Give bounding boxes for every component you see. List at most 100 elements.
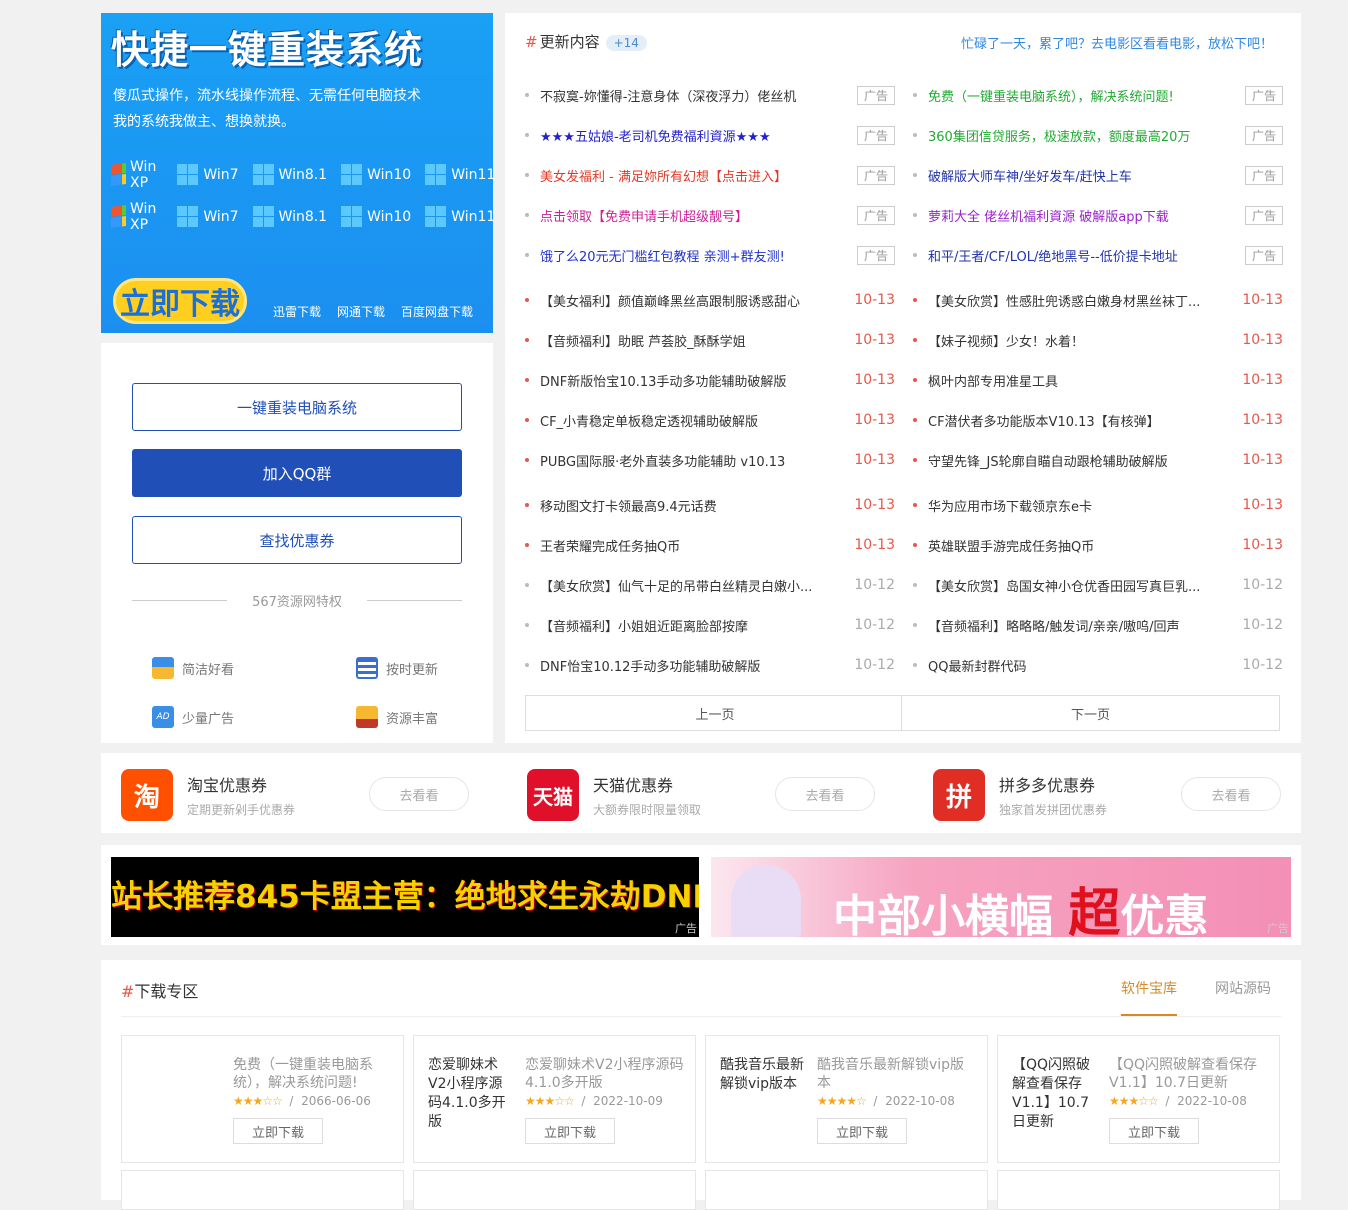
- news-title-link[interactable]: PUBG国际服·老外直装多功能辅助 v10.13: [540, 451, 854, 470]
- coupon-pinduoduo[interactable]: 拼 拼多多优惠券 独家首发拼团优惠券: [933, 769, 1107, 821]
- news-list-item[interactable]: 守望先锋_JS轮廓自瞄自动跟枪辅助破解版 10-13: [913, 440, 1283, 480]
- next-page-button[interactable]: 下一页: [901, 695, 1280, 731]
- news-title-link[interactable]: 【美女欣赏】仙气十足的吊带白丝精灵白嫩小...: [540, 576, 854, 595]
- ad-banner-left[interactable]: 站长推荐845卡盟主营：绝地求生永劫DNFCF点我进入 广告: [111, 857, 699, 937]
- news-list-item[interactable]: 英雄联盟手游完成任务抽Q币 10-13: [913, 525, 1283, 565]
- download-title[interactable]: 酷我音乐最新解锁vip版本: [817, 1056, 977, 1092]
- download-card[interactable]: 恋爱聊妹术V2小程序源码4.1.0多开版 恋爱聊妹术V2小程序源码4.1.0多开版…: [413, 1035, 696, 1163]
- news-list-item[interactable]: DNF怡宝10.12手动多功能辅助破解版 10-12: [525, 645, 895, 685]
- news-title-link[interactable]: 守望先锋_JS轮廓自瞄自动跟枪辅助破解版: [928, 451, 1242, 470]
- news-list-item[interactable]: 【音频福利】略略略/触发词/亲亲/嗷呜/回声 10-12: [913, 605, 1283, 645]
- news-list-item[interactable]: 【美女欣赏】仙气十足的吊带白丝精灵白嫩小... 10-12: [525, 565, 895, 605]
- prev-page-button[interactable]: 上一页: [525, 695, 905, 731]
- ad-link-text[interactable]: 不寂寞-妳懂得-注意身体（深夜浮力）佬丝机: [540, 86, 857, 105]
- news-list-item[interactable]: QQ最新封群代码 10-12: [913, 645, 1283, 685]
- download-card[interactable]: 【QQ闪照破解查看保存V1.1】10.7日更新 【QQ闪照破解查看保存V1.1】1…: [997, 1035, 1280, 1163]
- news-title-link[interactable]: 【美女欣赏】性感肚兜诱惑白嫩身材黑丝袜丁...: [928, 291, 1242, 310]
- tab-site-source[interactable]: 网站源码: [1215, 978, 1271, 1016]
- news-list-item[interactable]: 枫叶内部专用准星工具 10-13: [913, 360, 1283, 400]
- news-title-link[interactable]: 【音频福利】助眠 芦荟胶_酥酥学姐: [540, 331, 854, 350]
- join-qq-group-button[interactable]: 加入QQ群: [132, 449, 462, 497]
- ad-banner-right[interactable]: 中部小横幅 超优惠 广告: [711, 857, 1291, 937]
- download-card[interactable]: 酷我音乐最新解锁vip版本 酷我音乐最新解锁vip版本 ★★★★☆ / 2022-1…: [705, 1035, 988, 1163]
- ad-list-item[interactable]: 免费（一键重装电脑系统），解决系统问题! 广告: [913, 75, 1283, 115]
- download-now-button[interactable]: 立即下载: [233, 1118, 323, 1144]
- news-list-item[interactable]: 王者荣耀完成任务抽Q币 10-13: [525, 525, 895, 565]
- ad-link-text[interactable]: 萝莉大全 佬丝机福利資源 破解版app下载: [928, 206, 1245, 225]
- news-list-item[interactable]: 移动图文打卡领最高9.4元话费 10-13: [525, 485, 895, 525]
- news-title-link[interactable]: CF_小青稳定单板稳定透视辅助破解版: [540, 411, 854, 430]
- netcom-download-link[interactable]: 网通下载: [337, 303, 385, 320]
- news-title-link[interactable]: 英雄联盟手游完成任务抽Q币: [928, 536, 1242, 555]
- download-now-button[interactable]: 立即下载: [525, 1118, 615, 1144]
- pinduoduo-view-button[interactable]: 去看看: [1181, 777, 1281, 811]
- download-title[interactable]: 免费（一键重装电脑系统），解决系统问题!: [233, 1056, 393, 1092]
- news-title-link[interactable]: 【美女欣赏】岛国女神小仓优香田园写真巨乳...: [928, 576, 1242, 595]
- download-card-partial[interactable]: [413, 1170, 696, 1210]
- news-title-link[interactable]: 华为应用市场下载领京东e卡: [928, 496, 1242, 515]
- movie-promo-link[interactable]: 忙碌了一天，累了吧？去电影区看看电影，放松下吧！: [961, 33, 1273, 52]
- ad-link-text[interactable]: 免费（一键重装电脑系统），解决系统问题!: [928, 86, 1245, 105]
- news-list-item[interactable]: 【美女欣赏】性感肚兜诱惑白嫩身材黑丝袜丁... 10-13: [913, 280, 1283, 320]
- news-list-item[interactable]: DNF新版怡宝10.13手动多功能辅助破解版 10-13: [525, 360, 895, 400]
- news-title-link[interactable]: 移动图文打卡领最高9.4元话费: [540, 496, 854, 515]
- ad-link-text[interactable]: 破解版大师车神/坐好发车/赶快上车: [928, 166, 1245, 185]
- news-list-item[interactable]: 【音频福利】小姐姐近距离脸部按摩 10-12: [525, 605, 895, 645]
- baidu-pan-download-link[interactable]: 百度网盘下载: [401, 303, 473, 320]
- ad-list-item[interactable]: 和平/王者/CF/LOL/绝地黑号--低价提卡地址 广告: [913, 235, 1283, 275]
- news-list-item[interactable]: 【美女福利】颜值巅峰黑丝高跟制服诱惑甜心 10-13: [525, 280, 895, 320]
- news-list-item[interactable]: CF_小青稳定单板稳定透视辅助破解版 10-13: [525, 400, 895, 440]
- ad-list-item[interactable]: ★★★五姑娘-老司机免费福利資源★★★ 广告: [525, 115, 895, 155]
- download-now-button[interactable]: 立即下载: [1109, 1118, 1199, 1144]
- download-thumbnail[interactable]: 恋爱聊妹术V2小程序源码4.1.0多开版: [428, 1056, 516, 1132]
- download-thumbnail[interactable]: 酷我音乐最新解锁vip版本: [720, 1056, 808, 1094]
- ad-list-item[interactable]: 萝莉大全 佬丝机福利資源 破解版app下载 广告: [913, 195, 1283, 235]
- news-title-link[interactable]: 【音频福利】小姐姐近距离脸部按摩: [540, 616, 854, 635]
- news-title-link[interactable]: DNF新版怡宝10.13手动多功能辅助破解版: [540, 371, 854, 390]
- ad-link-text[interactable]: 美女发福利 - 满足妳所有幻想【点击进入】: [540, 166, 857, 185]
- news-list-item[interactable]: 华为应用市场下载领京东e卡 10-13: [913, 485, 1283, 525]
- coupon-taobao[interactable]: 淘 淘宝优惠券 定期更新剁手优惠券: [121, 769, 295, 821]
- find-coupon-button[interactable]: 查找优惠券: [132, 516, 462, 564]
- download-card-partial[interactable]: [121, 1170, 404, 1210]
- ad-link-text[interactable]: 和平/王者/CF/LOL/绝地黑号--低价提卡地址: [928, 246, 1245, 265]
- reinstall-system-button[interactable]: 一键重装电脑系统: [132, 383, 462, 431]
- download-card-partial[interactable]: [997, 1170, 1280, 1210]
- ad-list-item[interactable]: 不寂寞-妳懂得-注意身体（深夜浮力）佬丝机 广告: [525, 75, 895, 115]
- news-list-item[interactable]: 【美女欣赏】岛国女神小仓优香田园写真巨乳... 10-12: [913, 565, 1283, 605]
- ad-list-item[interactable]: 破解版大师车神/坐好发车/赶快上车 广告: [913, 155, 1283, 195]
- download-title[interactable]: 【QQ闪照破解查看保存V1.1】10.7日更新: [1109, 1056, 1269, 1092]
- ad-link-text[interactable]: 点击领取【免费申请手机超级靓号】: [540, 206, 857, 225]
- download-now-button[interactable]: 立即下载: [817, 1118, 907, 1144]
- news-title-link[interactable]: CF潜伏者多功能版本V10.13【有核弹】: [928, 411, 1242, 430]
- news-title-link[interactable]: 【美女福利】颜值巅峰黑丝高跟制服诱惑甜心: [540, 291, 854, 310]
- ad-list-item[interactable]: 点击领取【免费申请手机超级靓号】 广告: [525, 195, 895, 235]
- news-list-item[interactable]: 【音频福利】助眠 芦荟胶_酥酥学姐 10-13: [525, 320, 895, 360]
- news-title-link[interactable]: 枫叶内部专用准星工具: [928, 371, 1242, 390]
- download-title[interactable]: 恋爱聊妹术V2小程序源码4.1.0多开版: [525, 1056, 685, 1092]
- news-list-item[interactable]: 【妹子视频】少女！水着！ 10-13: [913, 320, 1283, 360]
- ad-list-item[interactable]: 美女发福利 - 满足妳所有幻想【点击进入】 广告: [525, 155, 895, 195]
- thunder-download-link[interactable]: 迅雷下载: [273, 303, 321, 320]
- news-list-item[interactable]: PUBG国际服·老外直装多功能辅助 v10.13 10-13: [525, 440, 895, 480]
- tab-software[interactable]: 软件宝库: [1121, 978, 1177, 1016]
- news-title-link[interactable]: DNF怡宝10.12手动多功能辅助破解版: [540, 656, 854, 675]
- tmall-view-button[interactable]: 去看看: [775, 777, 875, 811]
- banner-download-button[interactable]: 立即下载: [113, 278, 247, 324]
- ad-list-item[interactable]: 饿了么20元无门槛红包教程 亲测+群友测! 广告: [525, 235, 895, 275]
- download-thumbnail[interactable]: 【QQ闪照破解查看保存V1.1】10.7日更新: [1012, 1056, 1100, 1132]
- system-banner[interactable]: 快捷一键重装系统 傻瓜式操作，流水线操作流程、无需任何电脑技术 我的系统我做主、…: [101, 13, 493, 333]
- coupon-tmall[interactable]: 天猫 天猫优惠券 大额券限时限量领取: [527, 769, 701, 821]
- news-title-link[interactable]: 【妹子视频】少女！水着！: [928, 331, 1242, 350]
- download-card[interactable]: 免费（一键重装电脑系统），解决系统问题! ★★★☆☆ / 2066-06-06 立即…: [121, 1035, 404, 1163]
- news-title-link[interactable]: 王者荣耀完成任务抽Q币: [540, 536, 854, 555]
- ad-link-text[interactable]: 饿了么20元无门槛红包教程 亲测+群友测!: [540, 246, 857, 265]
- taobao-view-button[interactable]: 去看看: [369, 777, 469, 811]
- ad-link-text[interactable]: ★★★五姑娘-老司机免费福利資源★★★: [540, 126, 857, 145]
- news-title-link[interactable]: 【音频福利】略略略/触发词/亲亲/嗷呜/回声: [928, 616, 1242, 635]
- ad-list-item[interactable]: 360集团信贷服务，极速放款，额度最高20万 广告: [913, 115, 1283, 155]
- download-card-partial[interactable]: [705, 1170, 988, 1210]
- news-list-item[interactable]: CF潜伏者多功能版本V10.13【有核弹】 10-13: [913, 400, 1283, 440]
- ad-link-text[interactable]: 360集团信贷服务，极速放款，额度最高20万: [928, 126, 1245, 145]
- news-title-link[interactable]: QQ最新封群代码: [928, 656, 1242, 675]
